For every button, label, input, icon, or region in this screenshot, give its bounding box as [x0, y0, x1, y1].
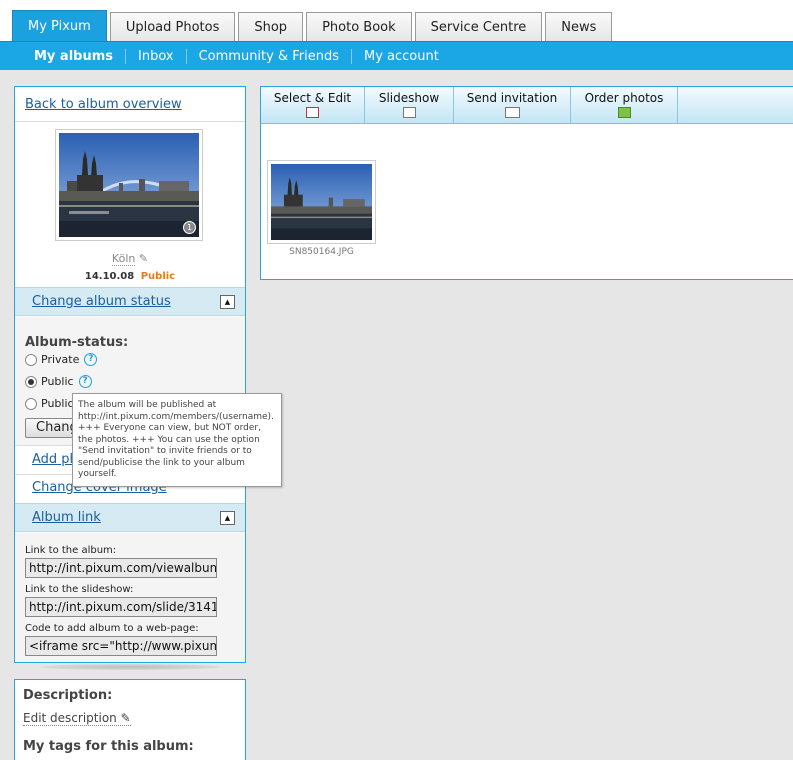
- envelope-icon: [504, 107, 520, 118]
- photo-thumbnail[interactable]: [267, 160, 376, 244]
- album-cover-image[interactable]: 1: [55, 129, 203, 241]
- collapse-icon[interactable]: ▲: [220, 295, 235, 309]
- subnav-my-albums[interactable]: My albums: [22, 49, 125, 64]
- cologne-photo: 1: [59, 133, 199, 237]
- send-invitation-button[interactable]: Send invitation: [454, 87, 571, 123]
- album-link-toggle[interactable]: Album link: [32, 510, 101, 525]
- slideshow-link-field[interactable]: http://int.pixum.com/slide/314146: [25, 597, 217, 617]
- tab-upload-photos[interactable]: Upload Photos: [109, 12, 236, 41]
- description-title: Description:: [23, 688, 113, 703]
- photo-filename: SN850164.JPG: [289, 247, 354, 257]
- album-link-label: Link to the album:: [25, 545, 117, 556]
- change-album-status-header: Change album status ▲: [15, 287, 245, 316]
- divider: [15, 121, 245, 122]
- album-name[interactable]: Köln ✎: [15, 252, 245, 266]
- select-edit-label: Select & Edit: [273, 91, 352, 105]
- cologne-skyline-image: [271, 164, 372, 240]
- sidebar-shadow: [40, 664, 220, 670]
- tab-shop[interactable]: Shop: [238, 12, 304, 41]
- album-name-text[interactable]: Köln: [111, 252, 136, 266]
- album-content-panel: Select & Edit Slideshow Send invitation …: [260, 86, 793, 280]
- order-photos-button[interactable]: Order photos: [571, 87, 678, 123]
- album-status-label: Album-status:: [25, 335, 129, 350]
- album-sidebar: Back to album overview 1 Köln ✎ 14.10.08…: [14, 86, 246, 663]
- subnav-inbox[interactable]: Inbox: [125, 48, 186, 64]
- embed-code-label: Code to add album to a web-page:: [25, 623, 199, 634]
- select-edit-button[interactable]: Select & Edit: [261, 87, 365, 123]
- slideshow-link-label: Link to the slideshow:: [25, 584, 134, 595]
- change-album-status-link[interactable]: Change album status: [32, 294, 171, 309]
- cologne-photo: [271, 164, 372, 240]
- subnav-my-account[interactable]: My account: [351, 48, 451, 64]
- album-link-panel: Link to the album: http://int.pixum.com/…: [15, 533, 245, 662]
- help-icon[interactable]: ?: [78, 375, 92, 388]
- album-toolbar: Select & Edit Slideshow Send invitation …: [261, 87, 793, 124]
- dropdown-arrow-icon: [617, 107, 631, 118]
- album-meta: 14.10.08 Public: [15, 271, 245, 282]
- subnav-community-friends[interactable]: Community & Friends: [185, 48, 351, 64]
- description-panel: Description: Edit description ✎ My tags …: [14, 679, 246, 760]
- radio-public-row[interactable]: Public ?: [25, 375, 92, 388]
- back-to-album-overview-link[interactable]: Back to album overview: [25, 97, 182, 112]
- main-tabs: My Pixum Upload Photos Shop Photo Book S…: [12, 10, 613, 41]
- album-status-text: Public: [140, 271, 176, 282]
- collapse-icon[interactable]: ▲: [220, 511, 235, 525]
- public-status-tooltip: The album will be published at http://in…: [72, 393, 282, 487]
- album-link-field[interactable]: http://int.pixum.com/viewalbum/id: [25, 558, 217, 578]
- radio-public-order[interactable]: [25, 397, 37, 410]
- top-navigation: My Pixum Upload Photos Shop Photo Book S…: [0, 0, 793, 42]
- tab-my-pixum[interactable]: My Pixum: [12, 10, 107, 41]
- radio-private[interactable]: [25, 353, 37, 366]
- slideshow-label: Slideshow: [378, 91, 440, 105]
- radio-public-order-label: Public: [41, 397, 74, 410]
- tab-service-centre[interactable]: Service Centre: [414, 12, 543, 41]
- order-photos-label: Order photos: [584, 91, 664, 105]
- radio-private-row[interactable]: Private ?: [25, 353, 98, 366]
- photo-count-badge: 1: [183, 221, 196, 234]
- slideshow-icon: [402, 107, 416, 118]
- tags-title: My tags for this album:: [23, 739, 194, 754]
- edit-description-link[interactable]: Edit description ✎: [23, 711, 131, 726]
- radio-public[interactable]: [25, 375, 37, 388]
- sub-navigation: My albums Inbox Community & Friends My a…: [0, 41, 793, 70]
- pencil-icon[interactable]: ✎: [139, 252, 148, 265]
- album-date: 14.10.08: [84, 271, 135, 282]
- edit-description-text[interactable]: Edit description: [23, 711, 117, 725]
- radio-private-label: Private: [41, 353, 80, 366]
- album-link-header: Album link ▲: [15, 503, 245, 532]
- edit-icon: [306, 107, 319, 118]
- embed-code-field[interactable]: <iframe src="http://www.pixum.de: [25, 636, 217, 656]
- radio-public-order-row[interactable]: Public: [25, 397, 74, 410]
- pencil-icon[interactable]: ✎: [121, 711, 131, 725]
- tab-news[interactable]: News: [545, 12, 613, 41]
- radio-public-label: Public: [41, 375, 74, 388]
- cologne-skyline-image: [59, 133, 199, 237]
- tab-photo-book[interactable]: Photo Book: [306, 12, 412, 41]
- help-icon[interactable]: ?: [84, 353, 98, 366]
- slideshow-button[interactable]: Slideshow: [365, 87, 454, 123]
- send-invitation-label: Send invitation: [466, 91, 558, 105]
